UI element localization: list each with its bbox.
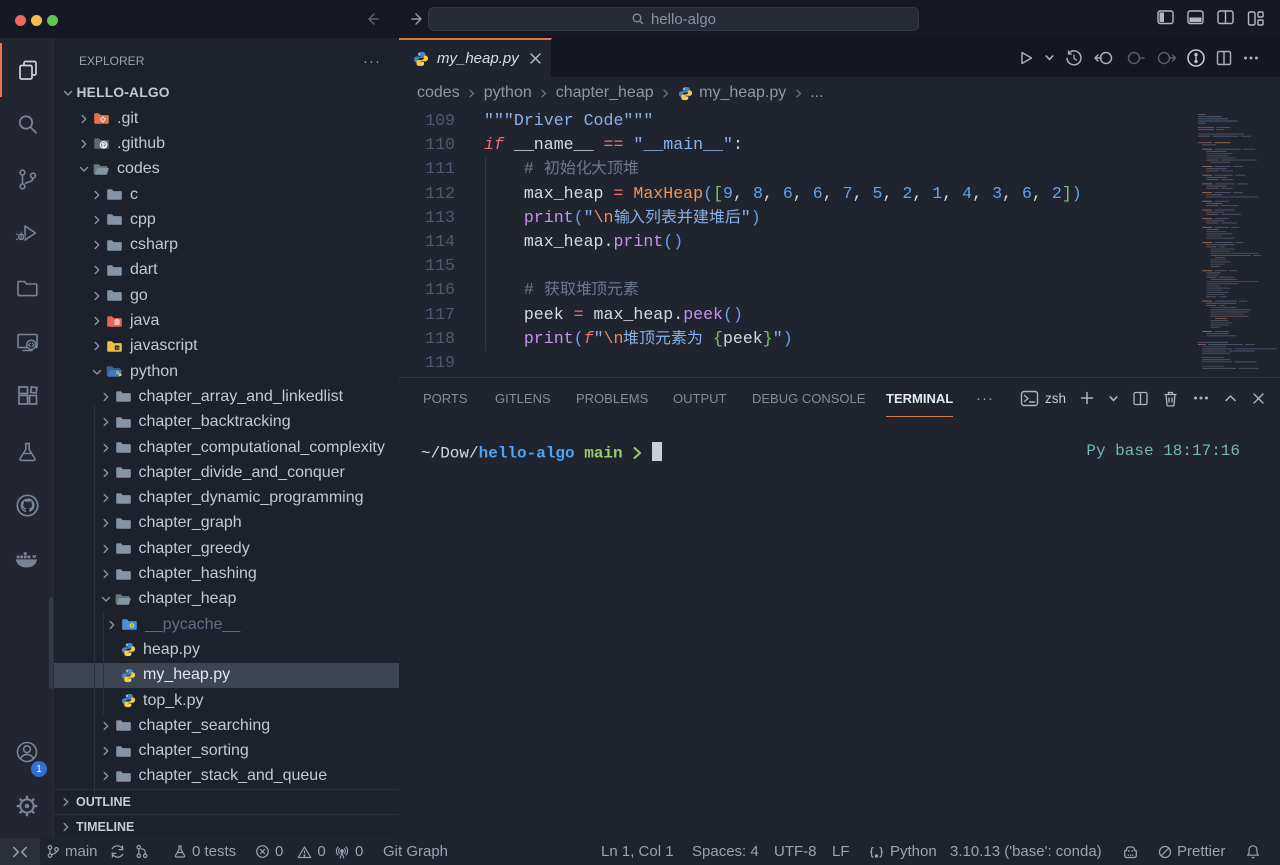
svg-text:JS: JS	[116, 346, 121, 350]
